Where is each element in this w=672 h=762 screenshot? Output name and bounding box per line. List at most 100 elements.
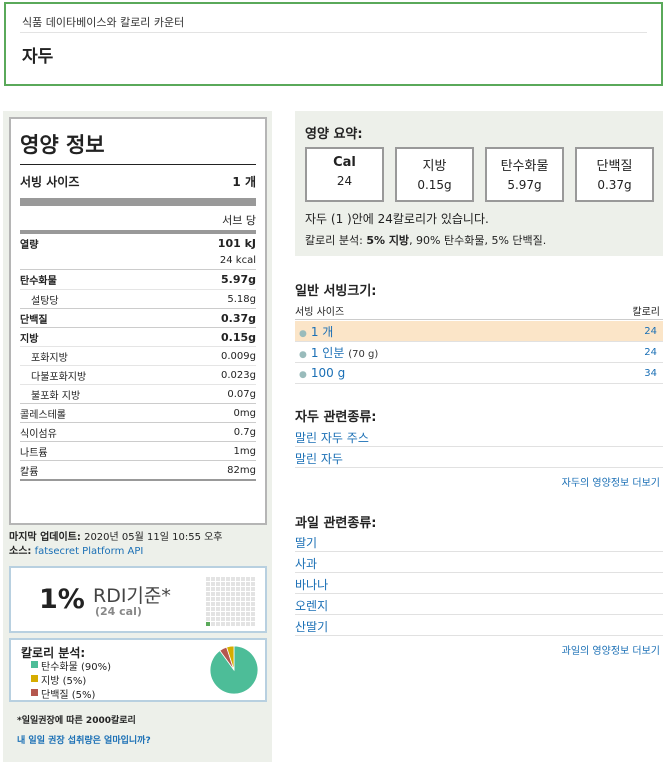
nutrient-row-potassium: 칼륨 82mg (20, 460, 256, 479)
nutrient-value: 0.07g (227, 388, 256, 400)
servings-col-size: 서빙 사이즈 (295, 307, 345, 318)
carbs-swatch (31, 661, 38, 668)
related-link[interactable]: 산딸기 (295, 615, 663, 636)
rdi-grid-cell (226, 617, 230, 621)
energy-kcal-row: 24 kcal (20, 252, 256, 269)
bullet-icon: ● (299, 349, 307, 360)
summary-breakdown-text: 칼로리 분석: 5% 지방, 90% 탄수화물, 5% 단백질. (305, 232, 546, 248)
serving-label[interactable]: 1 인분 (311, 346, 345, 360)
nutrient-label: 다불포화지방 (31, 371, 87, 383)
nutrient-label: 칼륨 (20, 466, 39, 478)
serving-row[interactable]: ● 100 g 34 (295, 363, 663, 384)
nutrient-value: 5.18g (227, 293, 256, 305)
nutrient-label: 단백질 (20, 314, 48, 326)
nutrient-label: 탄수화물 (20, 276, 57, 287)
updated-value: 2020년 05월 11일 10:55 오후 (84, 532, 223, 543)
rdi-grid-cell (206, 587, 210, 591)
related-link[interactable]: 말린 자두 (295, 447, 663, 468)
source-label: 소스: (9, 546, 32, 557)
rdi-grid-cell (216, 602, 220, 606)
rdi-footnote: *일일권장에 따른 2000칼로리 (17, 716, 136, 726)
rdi-grid-cell (221, 617, 225, 621)
rdi-grid-cell (241, 607, 245, 611)
rdi-grid-cell (216, 612, 220, 616)
rdi-grid-cell (251, 587, 255, 591)
rdi-grid-cell (251, 617, 255, 621)
rdi-grid-cell (246, 587, 250, 591)
serving-row[interactable]: ● 1 인분 (70 g) 24 (295, 342, 663, 363)
rdi-grid-cell (241, 597, 245, 601)
rdi-grid-cell (226, 612, 230, 616)
breakdown-rest: , 90% 탄수화물, 5% 단백질. (409, 234, 547, 247)
rdi-grid-cell (221, 612, 225, 616)
related-link[interactable]: 바나나 (295, 573, 663, 594)
nutrient-value: 0.15g (220, 330, 256, 344)
rdi-grid-cell (221, 577, 225, 581)
summary-calories-text: 자두 (1 )안에 24칼로리가 있습니다. (305, 212, 489, 226)
energy-row: 열량 101 kJ (20, 234, 256, 252)
rdi-grid-cell (206, 612, 210, 616)
rdi-grid-cell (206, 592, 210, 596)
breakdown-prefix: 칼로리 분석: (305, 234, 367, 247)
nutrient-label: 지방 (20, 333, 39, 345)
rdi-grid-cell (236, 577, 240, 581)
related-link[interactable]: 오렌지 (295, 594, 663, 615)
serving-size-label: 서빙 사이즈 (20, 175, 80, 189)
rdi-grid-cell (241, 617, 245, 621)
summary-box-value: 5.97g (507, 178, 542, 192)
calorie-pie-chart (209, 645, 259, 695)
serving-cal: 24 (644, 346, 657, 358)
summary-box-label: 단백질 (596, 159, 633, 174)
rdi-grid-cell (226, 607, 230, 611)
rdi-grid-cell (231, 622, 235, 626)
serving-label[interactable]: 100 g (311, 366, 345, 380)
related-link[interactable]: 딸기 (295, 531, 663, 552)
rdi-grid-cell (236, 607, 240, 611)
rdi-grid-cell (241, 612, 245, 616)
servings-col-cal: 칼로리 (632, 307, 660, 318)
rdi-grid-cell (231, 582, 235, 586)
rdi-grid-cell (211, 607, 215, 611)
rdi-grid-cell (236, 587, 240, 591)
rdi-grid-cell (241, 582, 245, 586)
source-link[interactable]: fatsecret Platform API (35, 546, 144, 557)
rdi-grid-cell (231, 587, 235, 591)
serving-size-row: 서빙 사이즈 1 개 (20, 173, 256, 193)
nutrient-label: 포화지방 (31, 352, 68, 364)
summary-box-protein: 단백질 0.37g (575, 147, 654, 202)
left-column: 영양 정보 서빙 사이즈 1 개 서브 당 열량 101 kJ 24 kcal … (3, 111, 272, 762)
rdi-grid-cell (246, 582, 250, 586)
rdi-grid-cell (211, 577, 215, 581)
rdi-grid-cell (251, 612, 255, 616)
nutrition-summary: 영양 요약: Cal 24 지방 0.15g 탄수화물 5.97g 단백질 0.… (295, 111, 663, 256)
serving-row[interactable]: ● 1 개 24 (295, 321, 663, 342)
rdi-grid-cell (216, 592, 220, 596)
carbs-legend: 탄수화물 (90%) (41, 662, 112, 673)
more-fruit-link[interactable]: 과일의 영양정보 더보기 (562, 642, 660, 657)
related-link[interactable]: 사과 (295, 552, 663, 573)
bottom-divider (20, 479, 256, 481)
rdi-grid-cell (211, 622, 215, 626)
rdi-grid-cell (251, 592, 255, 596)
nutrient-row-cholesterol: 콜레스테롤 0mg (20, 403, 256, 422)
nutrient-row-fat: 지방 0.15g (20, 327, 256, 346)
rdi-grid-cell (211, 602, 215, 606)
summary-box-value: 0.15g (417, 178, 452, 192)
rdi-help-link[interactable]: 내 일일 권장 섭취량은 얼마입니까? (17, 733, 151, 746)
rdi-grid-cell (226, 602, 230, 606)
breadcrumb[interactable]: 식품 데이타베이스와 칼로리 카운터 (22, 14, 184, 30)
breakdown-bold: 5% 지방 (366, 234, 410, 247)
nutrient-row-sodium: 나트륨 1mg (20, 441, 256, 460)
summary-box-label: 탄수화물 (500, 159, 549, 174)
summary-box-value: 24 (336, 174, 353, 188)
rdi-grid-cell (251, 577, 255, 581)
more-plum-link[interactable]: 자두의 영양정보 더보기 (562, 474, 660, 489)
related-link[interactable]: 말린 자두 주스 (295, 426, 663, 447)
nutrient-label: 식이섬유 (20, 428, 57, 440)
rdi-grid-cell (236, 617, 240, 621)
nutrient-row-unsaturated-fat: 불포화 지방 0.07g (20, 384, 256, 403)
bullet-icon: ● (299, 328, 307, 339)
serving-label[interactable]: 1 개 (311, 325, 334, 339)
nutrient-row-carbs: 탄수화물 5.97g (20, 269, 256, 289)
rdi-grid-cell (236, 622, 240, 626)
